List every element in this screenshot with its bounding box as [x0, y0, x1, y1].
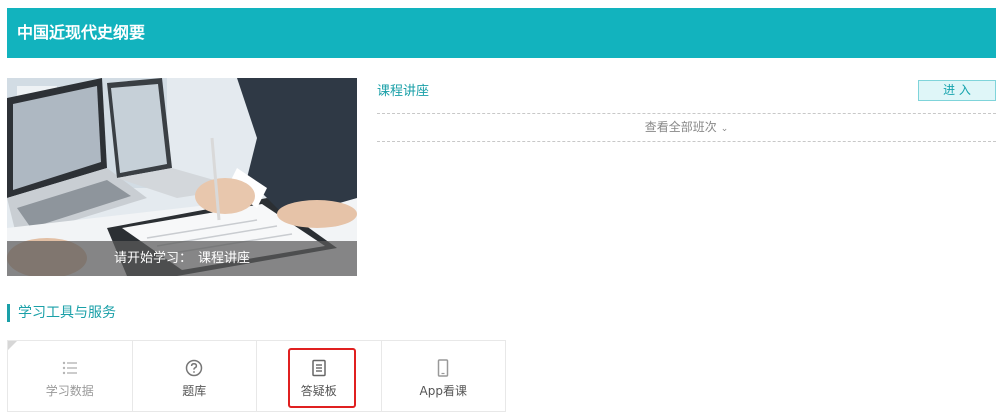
banner-caption: 请开始学习： 课程讲座 [7, 241, 357, 276]
course-banner[interactable]: 请开始学习： 课程讲座 [7, 78, 357, 276]
list-icon [62, 361, 77, 375]
corner-marker [8, 341, 17, 350]
view-all-classes-link[interactable]: 查看全部班次 ⌄ [645, 120, 729, 134]
course-row: 课程讲座 进 入 [377, 79, 996, 114]
tool-label: 学习数据 [45, 384, 94, 398]
course-name-link[interactable]: 课程讲座 [377, 83, 429, 101]
tool-label: 答疑板 [300, 384, 337, 398]
phone-icon [438, 359, 449, 377]
tool-question-bank[interactable]: 题库 [133, 341, 257, 411]
page-title: 中国近现代史纲要 [17, 23, 146, 42]
banner-caption-prefix: 请开始学习： [113, 251, 192, 266]
chevron-down-icon: ⌄ [720, 124, 729, 134]
tools-panel: 学习数据 题库 答疑板 App看课 [7, 340, 506, 412]
view-all-label: 查看全部班次 [644, 120, 717, 134]
section-title: 学习工具与服务 [7, 304, 116, 322]
document-icon [312, 359, 326, 377]
tool-qa-board[interactable]: 答疑板 [257, 341, 382, 411]
banner-caption-course: 课程讲座 [198, 251, 251, 266]
view-all-row: 查看全部班次 ⌄ [377, 114, 996, 142]
tool-study-data[interactable]: 学习数据 [8, 341, 133, 411]
tool-label: App看课 [419, 384, 467, 398]
enter-button[interactable]: 进 入 [918, 80, 996, 101]
question-circle-icon [186, 359, 203, 377]
page-header: 中国近现代史纲要 [7, 8, 996, 58]
tool-label: 题库 [182, 384, 207, 398]
tool-app-course[interactable]: App看课 [382, 341, 506, 411]
